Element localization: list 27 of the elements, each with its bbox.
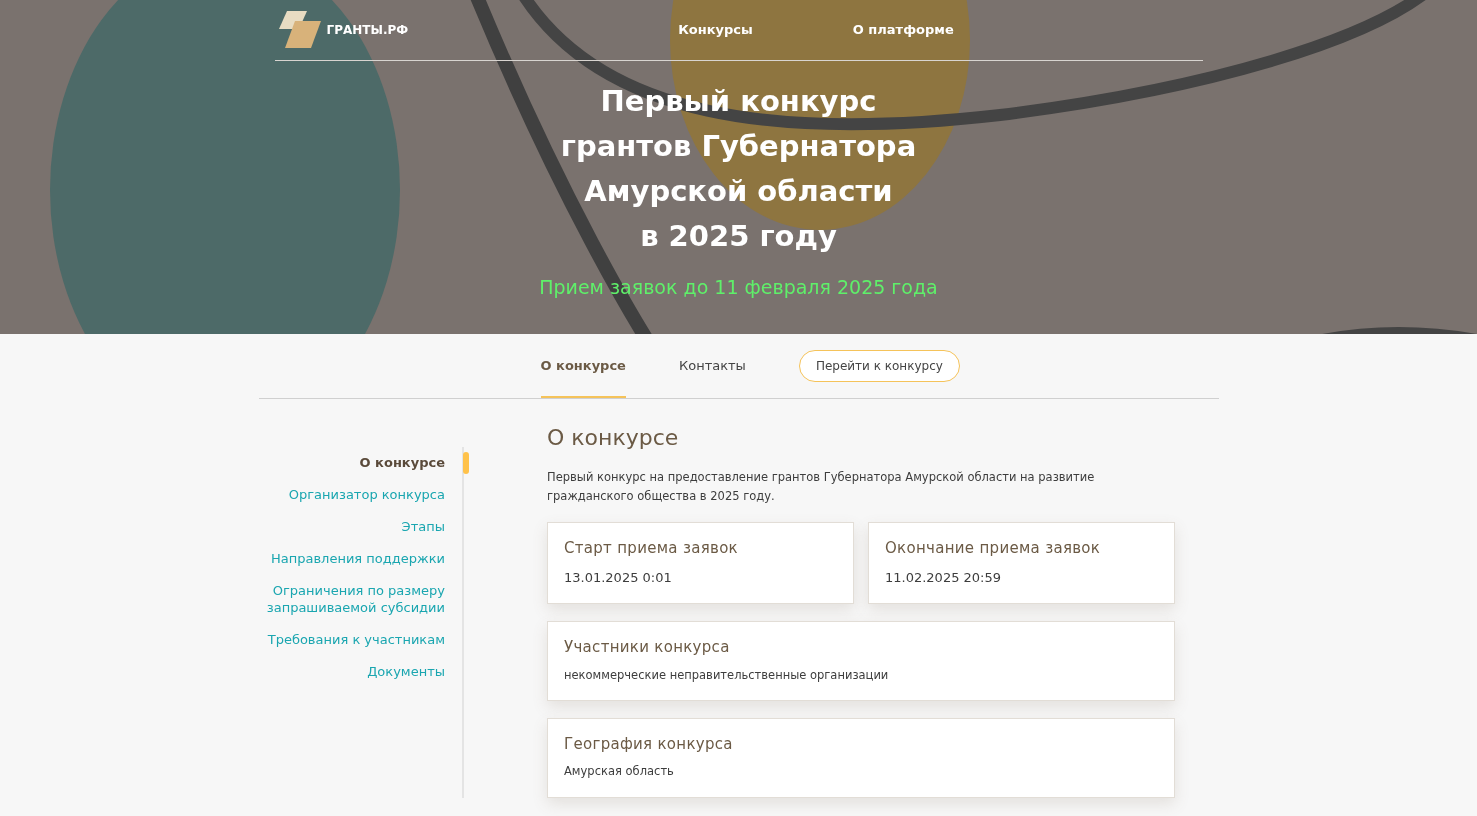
hero-title: Первый конкурс грантов Губернатора Амурской области в 2025 году: [559, 83, 918, 255]
active-indicator: [463, 452, 469, 474]
deadline-text: Прием заявок до 11 февраля 2025 года: [538, 275, 939, 300]
nav-link[interactable]: О платформе: [852, 20, 954, 40]
section-description: Первый конкурс на предоставление грантов Губернатора Амурской области на развитие гражданского общества в 2025 году.: [547, 469, 1096, 505]
sidebar-link[interactable]: Документы: [255, 663, 445, 680]
card-title: Окончание приема заявок: [885, 538, 1102, 559]
sidebar-link[interactable]: Требования к участникам: [255, 631, 445, 648]
sidebar-link[interactable]: Организатор конкурса: [255, 486, 445, 503]
go-to-contest-button[interactable]: Перейти к конкурсу: [798, 350, 960, 382]
sidebar-link[interactable]: Этапы: [255, 518, 445, 535]
card-value: 11.02.2025 20:59: [885, 568, 1003, 587]
logo-text: ГРАНТЫ.РФ: [326, 22, 409, 39]
card-title: Старт приема заявок: [564, 538, 739, 559]
sidebar-link[interactable]: Направления поддержки: [255, 550, 445, 567]
card-title: География конкурса: [564, 733, 734, 755]
card-value: 13.01.2025 0:01: [564, 568, 673, 587]
tab[interactable]: Контакты: [678, 349, 746, 398]
sidebar-link[interactable]: Ограничения по размеру запрашиваемой субсидии: [255, 582, 445, 616]
card-value: Амурская область: [564, 763, 675, 781]
logo-icon: [276, 11, 321, 49]
card-value: некоммерческие неправительственные организации: [564, 666, 890, 684]
tab[interactable]: О конкурсе: [540, 349, 626, 398]
card-title: Участники конкурса: [564, 637, 731, 658]
nav-link[interactable]: Конкурсы: [678, 20, 753, 40]
section-heading: О конкурсе: [547, 424, 680, 452]
sidebar-link[interactable]: О конкурсе: [255, 454, 445, 471]
